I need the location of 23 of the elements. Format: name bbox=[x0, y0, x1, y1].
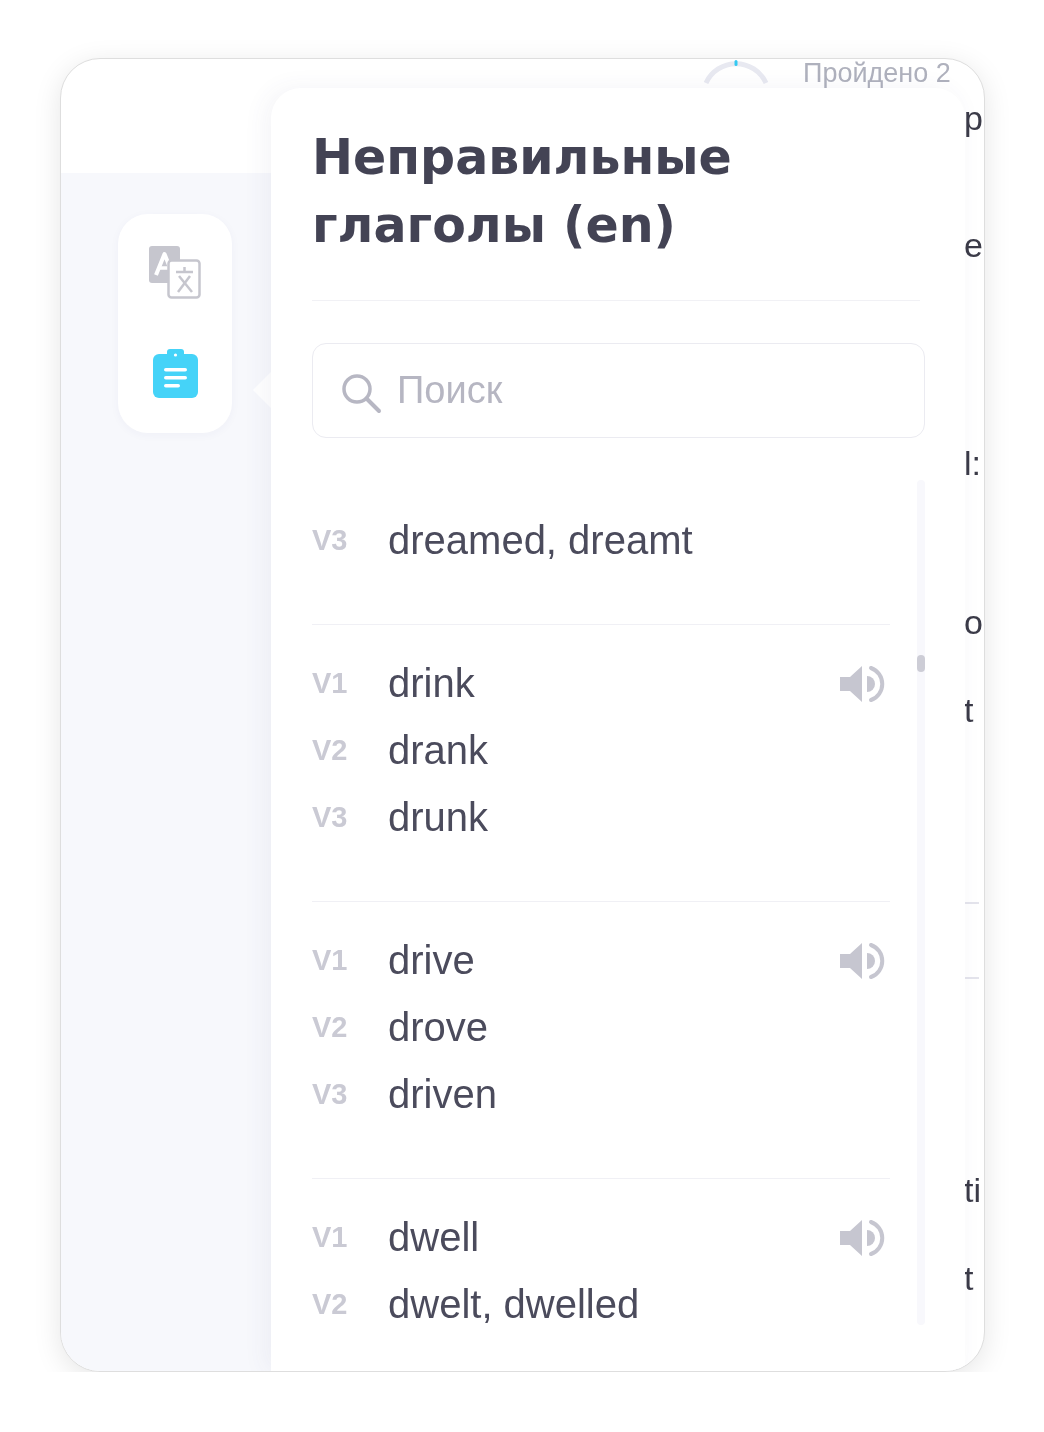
verb-form-text: drove bbox=[388, 1005, 489, 1050]
panel-title: Неправильные глаголы (en) bbox=[312, 128, 733, 256]
scrollbar-thumb[interactable] bbox=[917, 655, 925, 672]
background-text: t bbox=[964, 690, 975, 730]
verb-form-text: dwell bbox=[388, 1215, 480, 1260]
verb-form-text: drink bbox=[388, 661, 475, 706]
background-text: l: bbox=[964, 443, 982, 483]
background-text: р bbox=[964, 98, 984, 138]
translate-icon[interactable] bbox=[149, 246, 201, 299]
verb-form-text: drive bbox=[388, 938, 475, 983]
search-field[interactable]: Поиск bbox=[312, 343, 925, 438]
verb-form-text: dwelt, dwelled bbox=[388, 1282, 640, 1325]
verb-form-text: driven bbox=[388, 1072, 497, 1117]
background-text: е bbox=[964, 225, 984, 265]
verb-form-text: dreamed, dreamt bbox=[388, 518, 693, 563]
background-text: о bbox=[964, 602, 984, 642]
verb-form-text: drank bbox=[388, 728, 489, 773]
verb-form-text: drunk bbox=[388, 795, 489, 840]
background-text: ti bbox=[964, 1170, 982, 1210]
progress-text: Пройдено 2 bbox=[803, 59, 951, 87]
clipboard-icon[interactable] bbox=[152, 349, 198, 398]
background-text: t bbox=[964, 1258, 975, 1298]
search-icon bbox=[340, 372, 382, 414]
